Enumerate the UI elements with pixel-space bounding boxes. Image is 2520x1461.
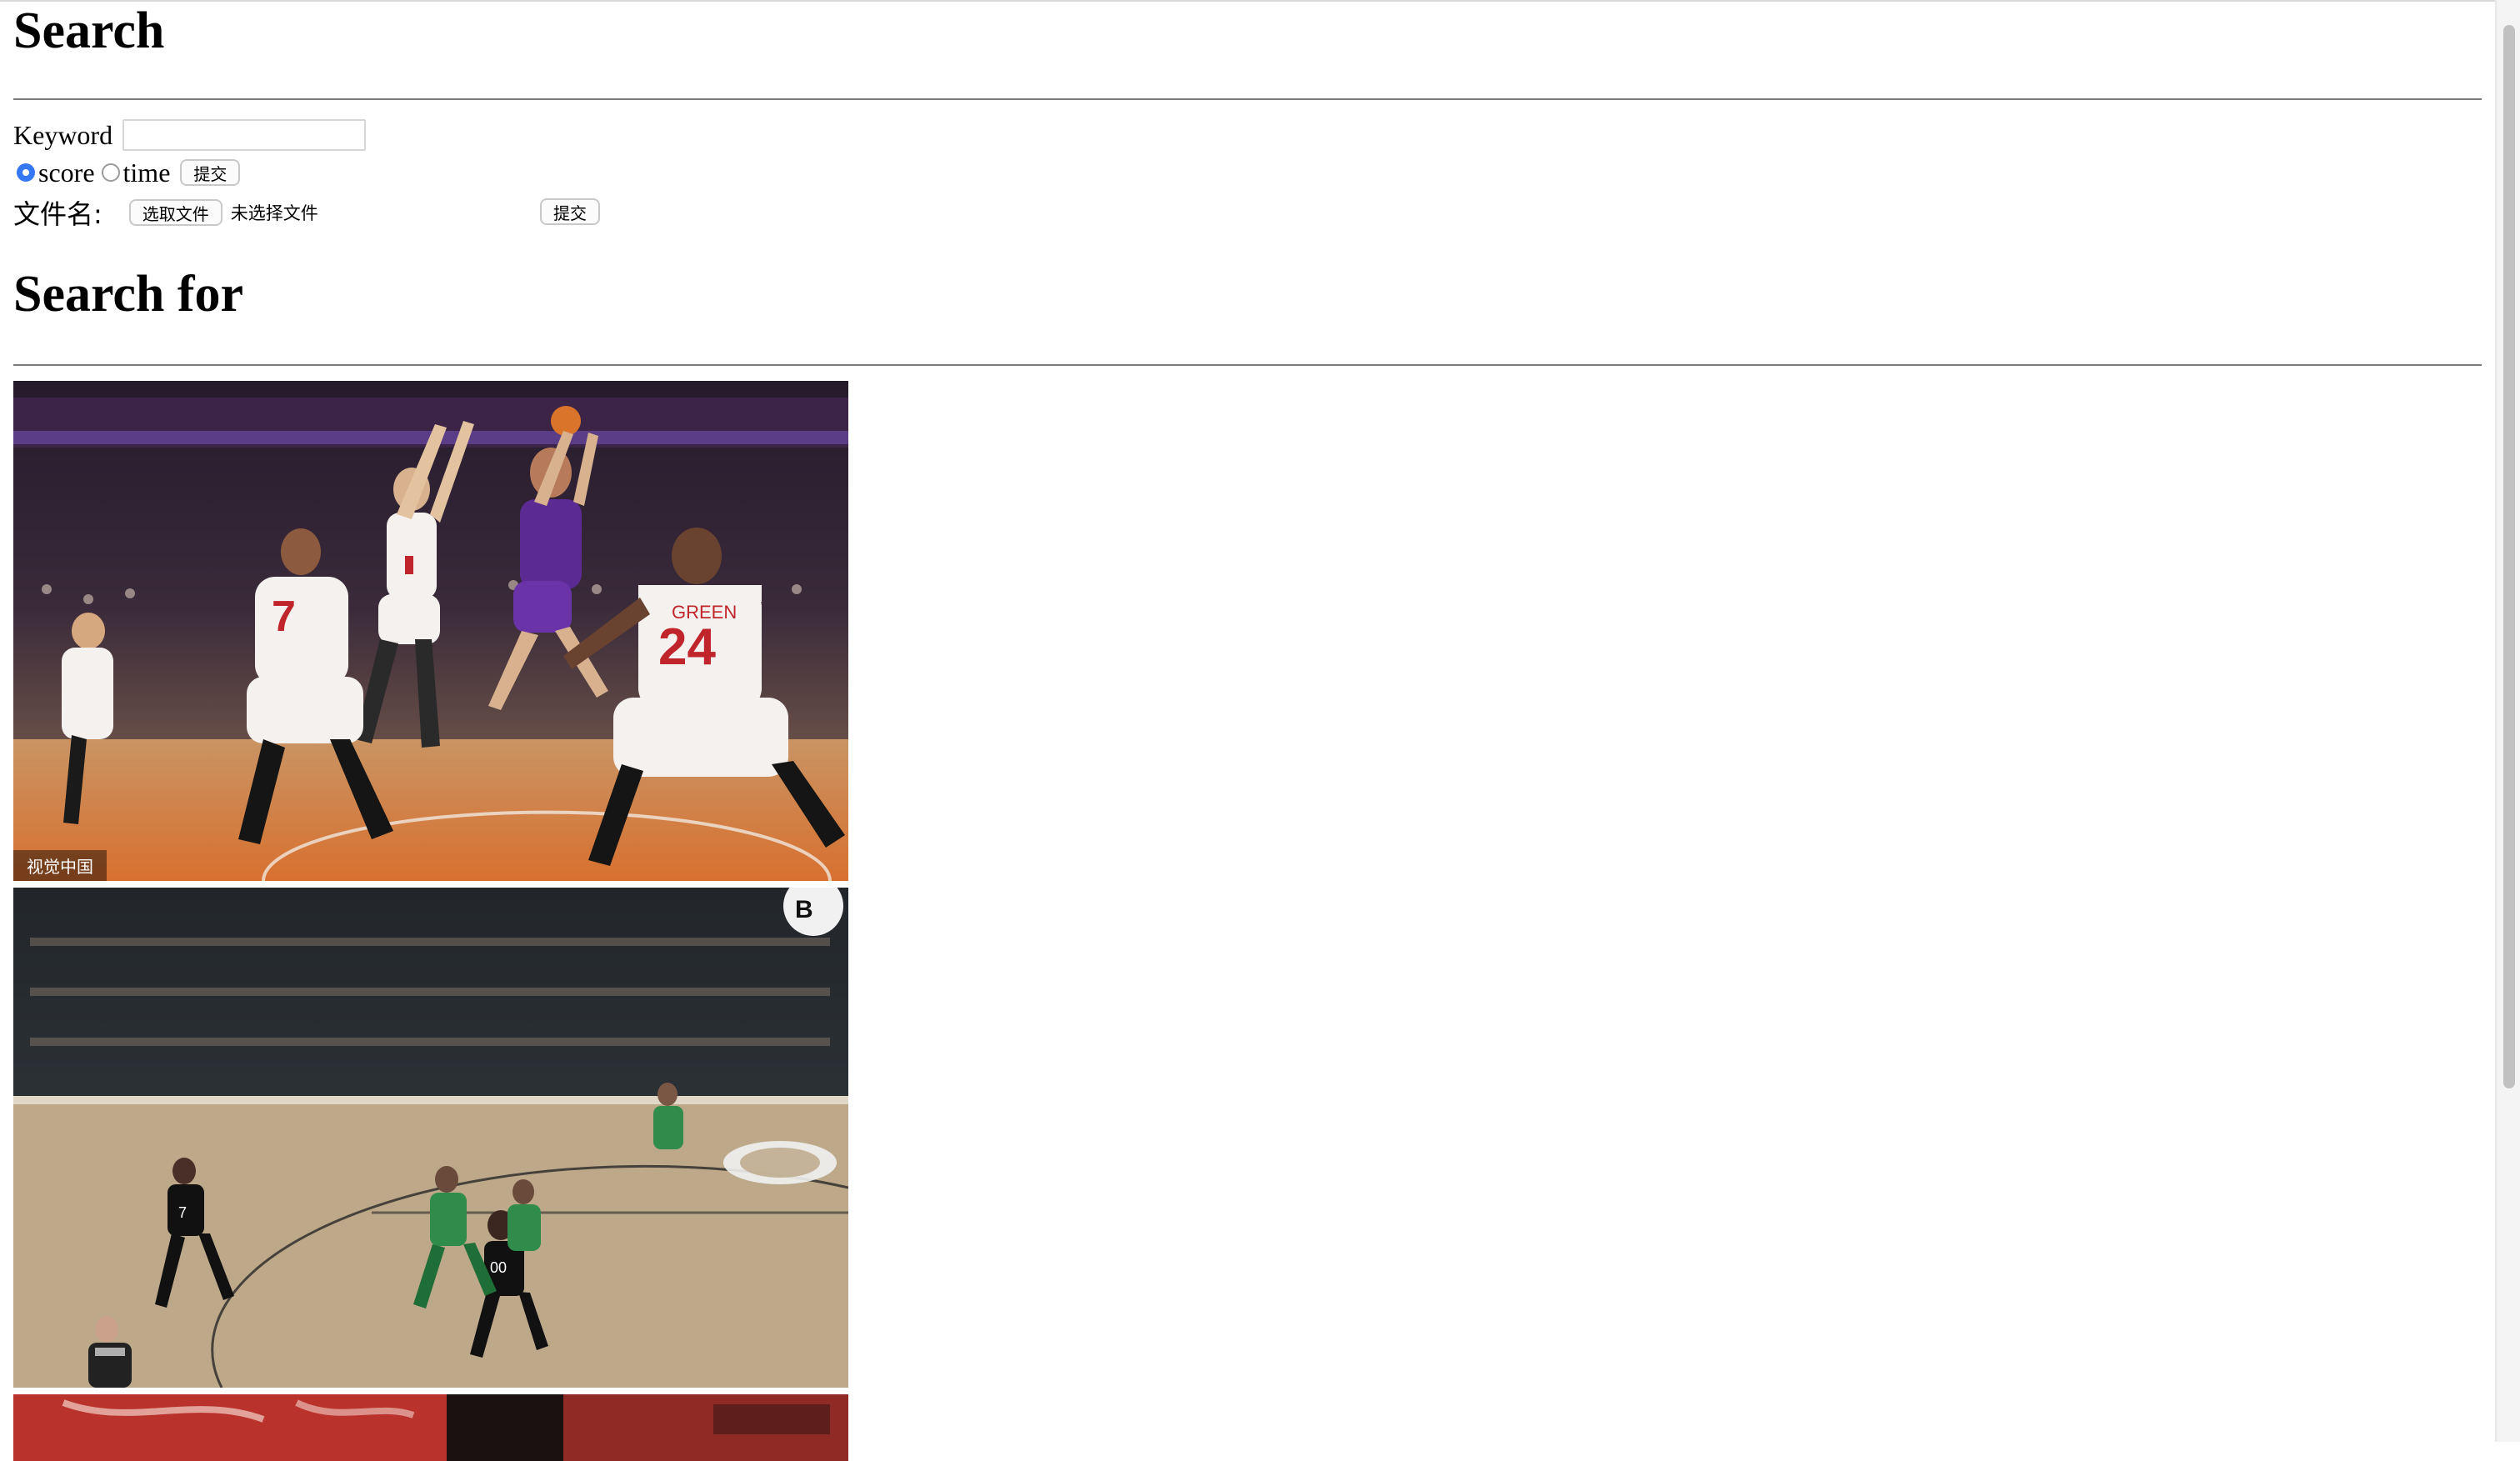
keyword-submit-button[interactable]: 提交 <box>180 159 241 186</box>
keyword-row: Keyword <box>13 117 367 153</box>
scrollbar-thumb[interactable] <box>2503 25 2515 1088</box>
basketball-photo-1: 7 GREEN 24 <box>13 381 848 881</box>
choose-file-button[interactable]: 选取文件 <box>128 199 222 226</box>
jersey-number: 00 <box>490 1259 507 1276</box>
result-image: 7 GREEN 24 视觉中国 <box>13 381 848 881</box>
basketball-photo-3 <box>13 1394 848 1461</box>
watermark-caption: 视觉中国 <box>13 850 107 881</box>
sort-score-radio[interactable] <box>17 163 35 182</box>
results-heading: Search for <box>13 266 244 323</box>
sort-time-label: time <box>122 157 171 188</box>
basketball-photo-2: B 7 00 <box>13 888 848 1388</box>
svg-text:7: 7 <box>178 1204 187 1221</box>
sort-time-radio[interactable] <box>101 163 120 182</box>
keyword-label: Keyword <box>13 119 113 150</box>
file-submit-button[interactable]: 提交 <box>540 198 600 225</box>
file-row: 文件名: 选取文件 未选择文件 提交 <box>13 195 647 230</box>
divider <box>13 98 2482 100</box>
svg-text:7: 7 <box>272 593 296 641</box>
result-image: B 7 00 <box>13 888 848 1388</box>
window-top-border <box>0 0 2520 2</box>
keyword-input[interactable] <box>122 119 367 151</box>
svg-text:B: B <box>795 896 813 923</box>
jersey-number: 24 <box>658 618 716 676</box>
result-image <box>13 1394 848 1461</box>
sort-row: score time 提交 <box>13 155 241 190</box>
page-title: Search <box>13 3 165 59</box>
file-status-text: 未选择文件 <box>230 203 318 223</box>
divider <box>13 364 2482 366</box>
sort-score-label: score <box>38 157 95 188</box>
file-name-label: 文件名: <box>13 198 102 230</box>
vertical-scrollbar[interactable] <box>2495 0 2520 1442</box>
